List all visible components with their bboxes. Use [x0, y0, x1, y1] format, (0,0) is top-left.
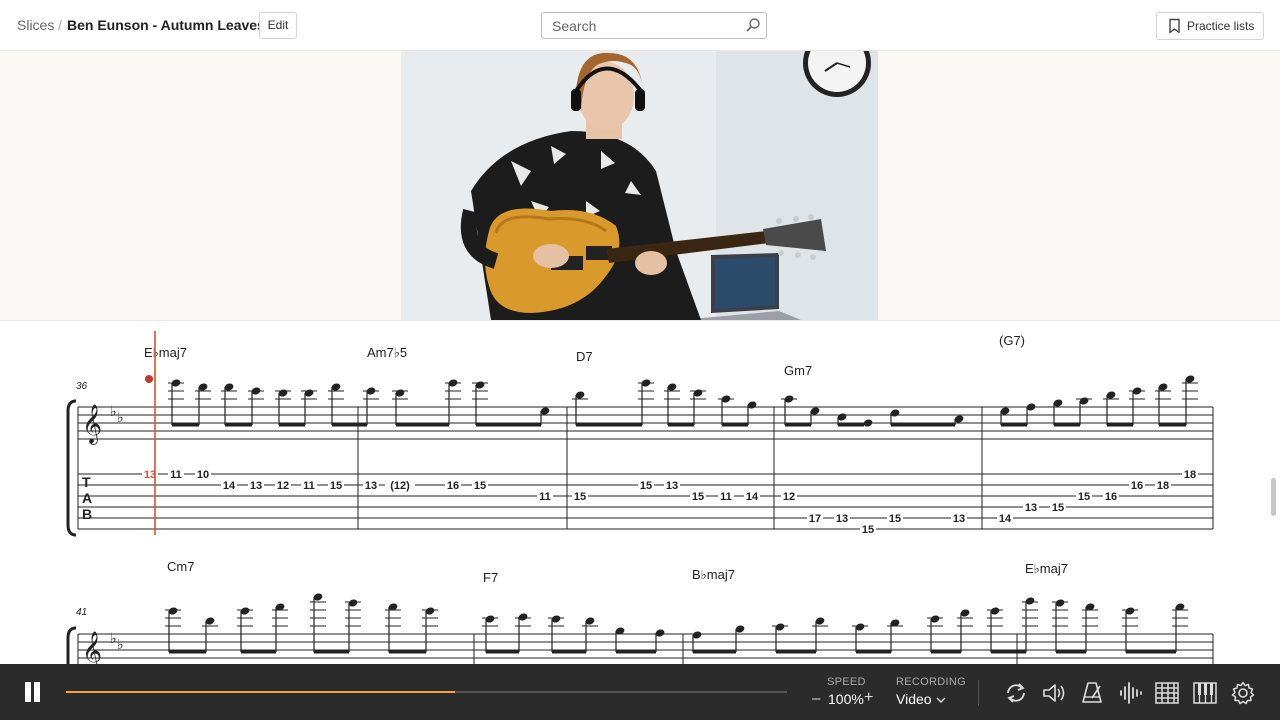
tab-number: 16 — [1131, 480, 1143, 492]
tab-number: 15 — [574, 491, 586, 503]
scrollbar-thumb[interactable] — [1271, 478, 1276, 516]
top-bar: Slices / Ben Eunson - Autumn Leaves Edit… — [0, 0, 1280, 51]
flat-key-sign: ♭ — [117, 636, 124, 652]
tab-number: 13 — [365, 480, 377, 492]
treble-clef-icon: 𝄞 — [82, 632, 102, 665]
score-system-2: 𝄞 ♭ ♭ 41 Cm7 F7 B♭maj7 E♭maj7 — [66, 559, 1214, 672]
treble-clef-icon: 𝄞 — [82, 405, 102, 445]
tab-number: 15 — [330, 480, 342, 492]
tab-number: 12 — [783, 491, 795, 503]
chord-symbol: E♭maj7 — [1025, 561, 1068, 576]
tab-number: 15 — [692, 491, 704, 503]
flat-key-sign: ♭ — [117, 409, 124, 425]
chord-symbols: E♭maj7 Am7♭5 D7 Gm7 (G7) — [144, 333, 1025, 378]
tab-number: 13 — [836, 513, 848, 525]
progress-fill — [66, 691, 456, 693]
tab-number: 15 — [474, 480, 486, 492]
tab-view-icon[interactable] — [1154, 680, 1180, 706]
tab-number: 15 — [889, 513, 901, 525]
tab-number: 17 — [809, 513, 821, 525]
chevron-down-icon — [936, 691, 946, 707]
search-input[interactable] — [550, 16, 744, 36]
pause-button[interactable] — [22, 682, 42, 704]
volume-icon[interactable] — [1041, 680, 1067, 706]
tab-number: 15 — [862, 524, 874, 536]
tab-number: 11 — [539, 491, 551, 503]
tab-number: 14 — [746, 491, 759, 503]
edit-button[interactable]: Edit — [259, 12, 297, 39]
divider — [978, 680, 979, 706]
chord-symbol: D7 — [576, 349, 593, 364]
svg-text:A: A — [82, 490, 92, 506]
tab-number: 13 — [250, 480, 262, 492]
flat-key-sign: ♭ — [110, 630, 117, 646]
measure-number: 41 — [76, 607, 87, 618]
tab-number: 11 — [303, 480, 315, 492]
search-box — [541, 12, 767, 39]
recording-value: Video — [896, 691, 932, 707]
piano-icon[interactable] — [1192, 680, 1218, 706]
recording-label: RECORDING — [896, 676, 966, 688]
chord-symbol: F7 — [483, 570, 498, 585]
score-system-1: 𝄞 ♭ ♭ T A B 36 E♭maj7 Am7♭5 D7 Gm7 (G7) … — [66, 331, 1214, 537]
search-icon[interactable] — [745, 17, 761, 38]
tab-number: 10 — [197, 469, 209, 481]
measure-number: 36 — [76, 381, 88, 392]
tab-numbers: 13 11 10 14 13 12 11 15 13 (12) 16 15 11 15 15 13 15 11 14… — [142, 468, 1198, 536]
score-canvas: 𝄞 ♭ ♭ T A B 36 E♭maj7 Am7♭5 D7 Gm7 (G7) … — [66, 331, 1214, 672]
svg-text:B: B — [82, 506, 92, 522]
tab-number: 12 — [277, 480, 289, 492]
tab-number: 15 — [640, 480, 652, 492]
tab-number: 13 — [953, 513, 965, 525]
tab-number: 11 — [720, 491, 732, 503]
notation-notes — [168, 375, 1198, 427]
flat-key-sign: ♭ — [110, 403, 117, 419]
progress-bar[interactable] — [66, 691, 787, 693]
metronome-icon[interactable] — [1079, 680, 1105, 706]
speed-decrease-button[interactable]: – — [812, 690, 820, 707]
notation-notes — [165, 593, 1188, 654]
tab-number: 16 — [447, 480, 459, 492]
speed-value: 100% — [828, 691, 864, 707]
tab-number: 18 — [1157, 480, 1169, 492]
practice-lists-label: Practice lists — [1187, 19, 1255, 33]
active-note — [145, 375, 153, 383]
recording-select[interactable]: Video — [896, 691, 946, 707]
video-player[interactable] — [401, 51, 878, 320]
chord-symbol: Cm7 — [167, 559, 194, 574]
player-bar: SPEED – 100% + RECORDING Video — [0, 664, 1280, 720]
chord-symbol: (G7) — [999, 333, 1025, 348]
loop-icon[interactable] — [1003, 680, 1029, 706]
bookmark-icon — [1168, 18, 1181, 37]
tab-number: 11 — [170, 469, 182, 481]
chord-symbol: B♭maj7 — [692, 567, 735, 582]
page-title: Ben Eunson - Autumn Leaves — [67, 17, 265, 33]
tab-number: (12) — [390, 480, 410, 492]
speed-increase-button[interactable]: + — [864, 689, 873, 707]
video-area — [0, 51, 1280, 320]
tab-number: 16 — [1105, 491, 1117, 503]
breadcrumb-separator: / — [58, 17, 62, 33]
tab-number: 14 — [223, 480, 236, 492]
speed-label: SPEED — [827, 676, 866, 688]
video-frame — [401, 51, 878, 320]
chord-symbol: Gm7 — [784, 363, 812, 378]
tab-number: 15 — [1078, 491, 1090, 503]
practice-lists-button[interactable]: Practice lists — [1156, 12, 1264, 40]
settings-gear-icon[interactable] — [1230, 680, 1256, 706]
tab-number: 15 — [1052, 502, 1064, 514]
tab-number: 18 — [1184, 469, 1196, 481]
sheet-music-score[interactable]: 𝄞 ♭ ♭ T A B 36 E♭maj7 Am7♭5 D7 Gm7 (G7) … — [0, 320, 1280, 672]
chord-symbol: E♭maj7 — [144, 345, 187, 360]
tab-number: 13 — [1025, 502, 1037, 514]
svg-text:T: T — [82, 474, 91, 490]
tab-number: 13 — [666, 480, 678, 492]
breadcrumb-slices-link[interactable]: Slices — [17, 17, 54, 33]
waveform-icon[interactable] — [1117, 680, 1143, 706]
tab-number: 14 — [999, 513, 1012, 525]
chord-symbol: Am7♭5 — [367, 345, 407, 360]
